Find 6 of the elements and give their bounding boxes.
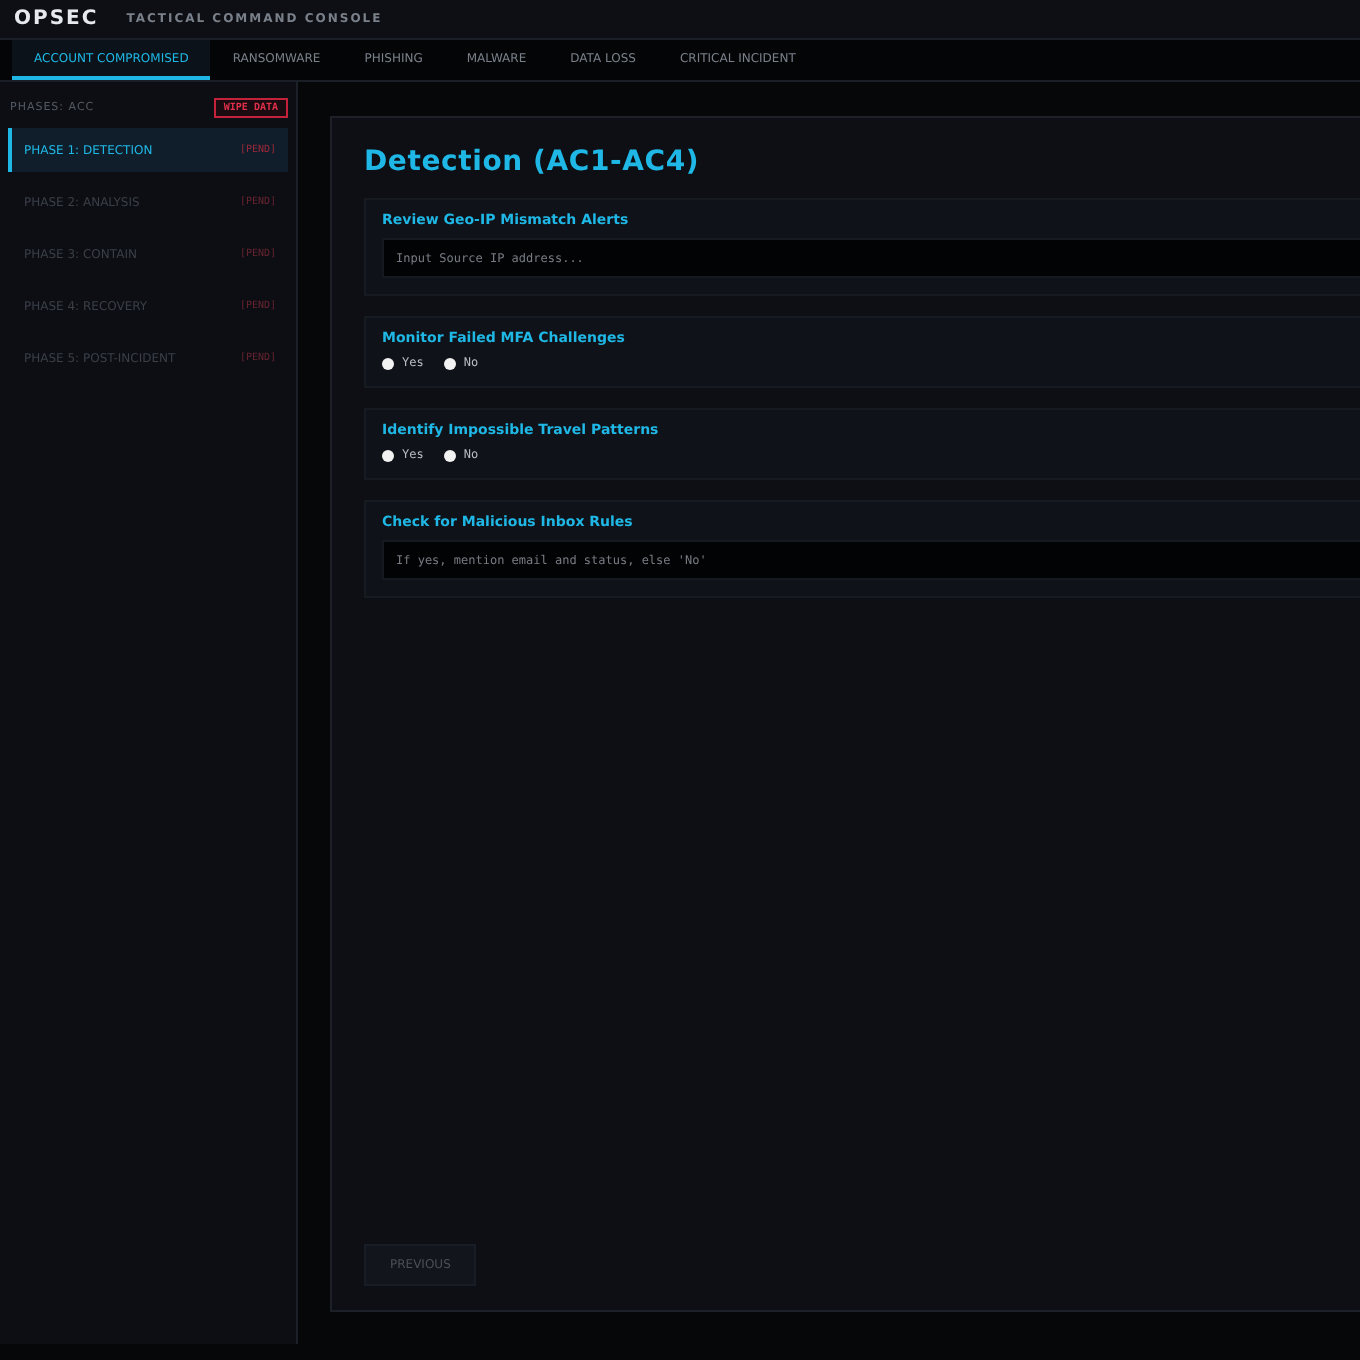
radio-button[interactable] [443,449,456,461]
panel-title: Detection (AC1-AC4) [364,146,702,178]
radio-button[interactable] [382,357,394,369]
radio-button[interactable] [382,449,394,461]
app-logo: OPSEC [14,8,99,30]
radio-button[interactable] [443,357,456,369]
